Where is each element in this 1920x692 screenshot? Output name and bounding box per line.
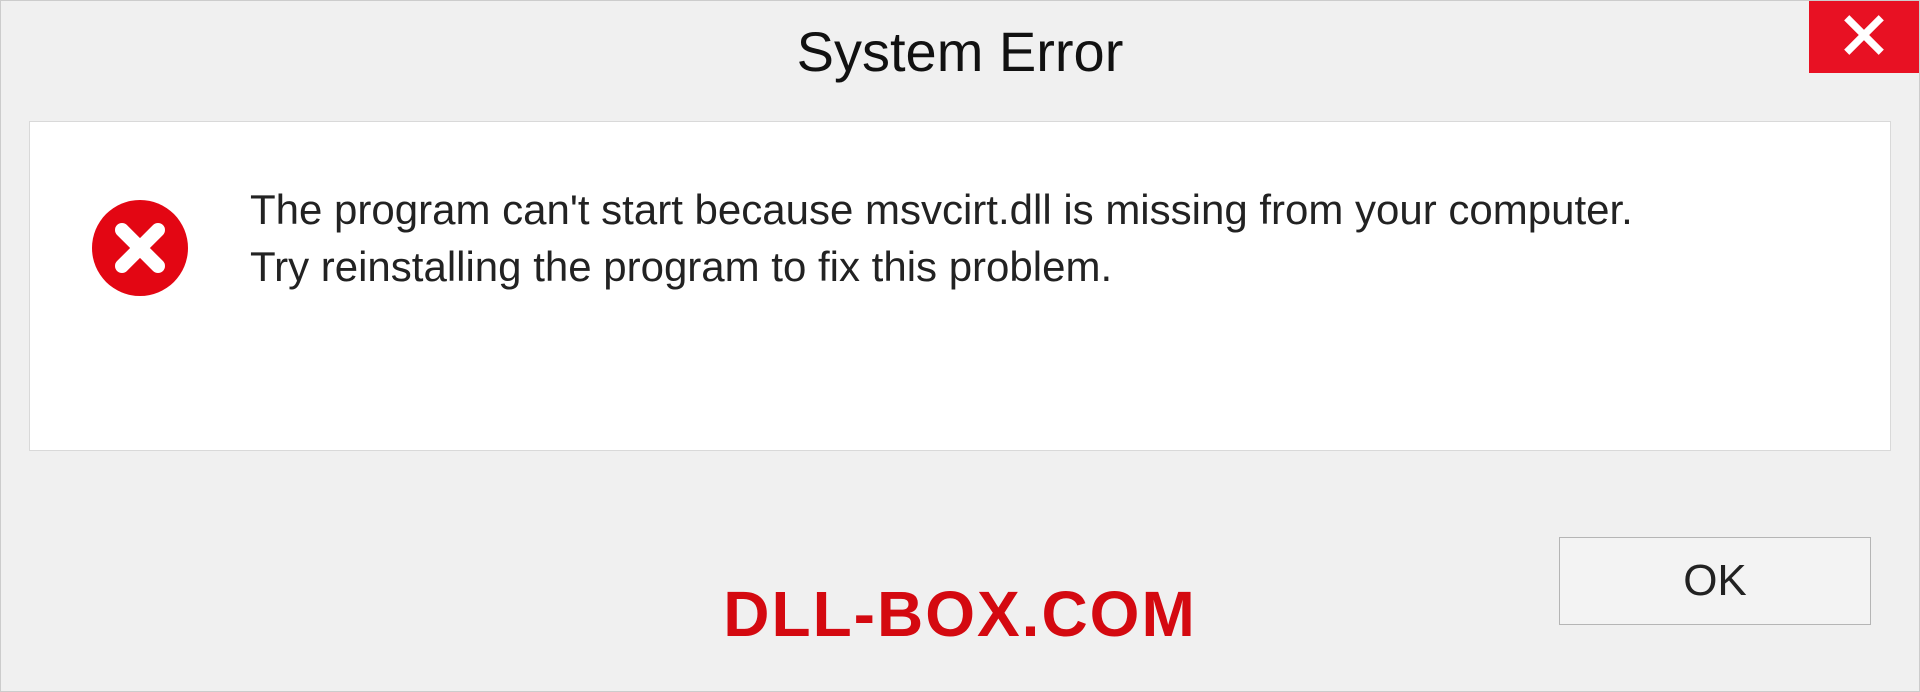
close-icon bbox=[1842, 13, 1886, 62]
branding-text: DLL-BOX.COM bbox=[723, 577, 1197, 651]
message-line-1: The program can't start because msvcirt.… bbox=[250, 182, 1850, 239]
error-icon bbox=[90, 198, 190, 298]
title-bar: System Error bbox=[1, 1, 1919, 101]
ok-button[interactable]: OK bbox=[1559, 537, 1871, 625]
error-dialog: System Error The program can't start bec… bbox=[0, 0, 1920, 692]
content-panel: The program can't start because msvcirt.… bbox=[29, 121, 1891, 451]
dialog-footer: DLL-BOX.COM OK bbox=[1, 511, 1919, 691]
message-line-2: Try reinstalling the program to fix this… bbox=[250, 239, 1850, 296]
dialog-title: System Error bbox=[797, 19, 1124, 84]
close-button[interactable] bbox=[1809, 1, 1919, 73]
message-block: The program can't start because msvcirt.… bbox=[250, 182, 1850, 295]
